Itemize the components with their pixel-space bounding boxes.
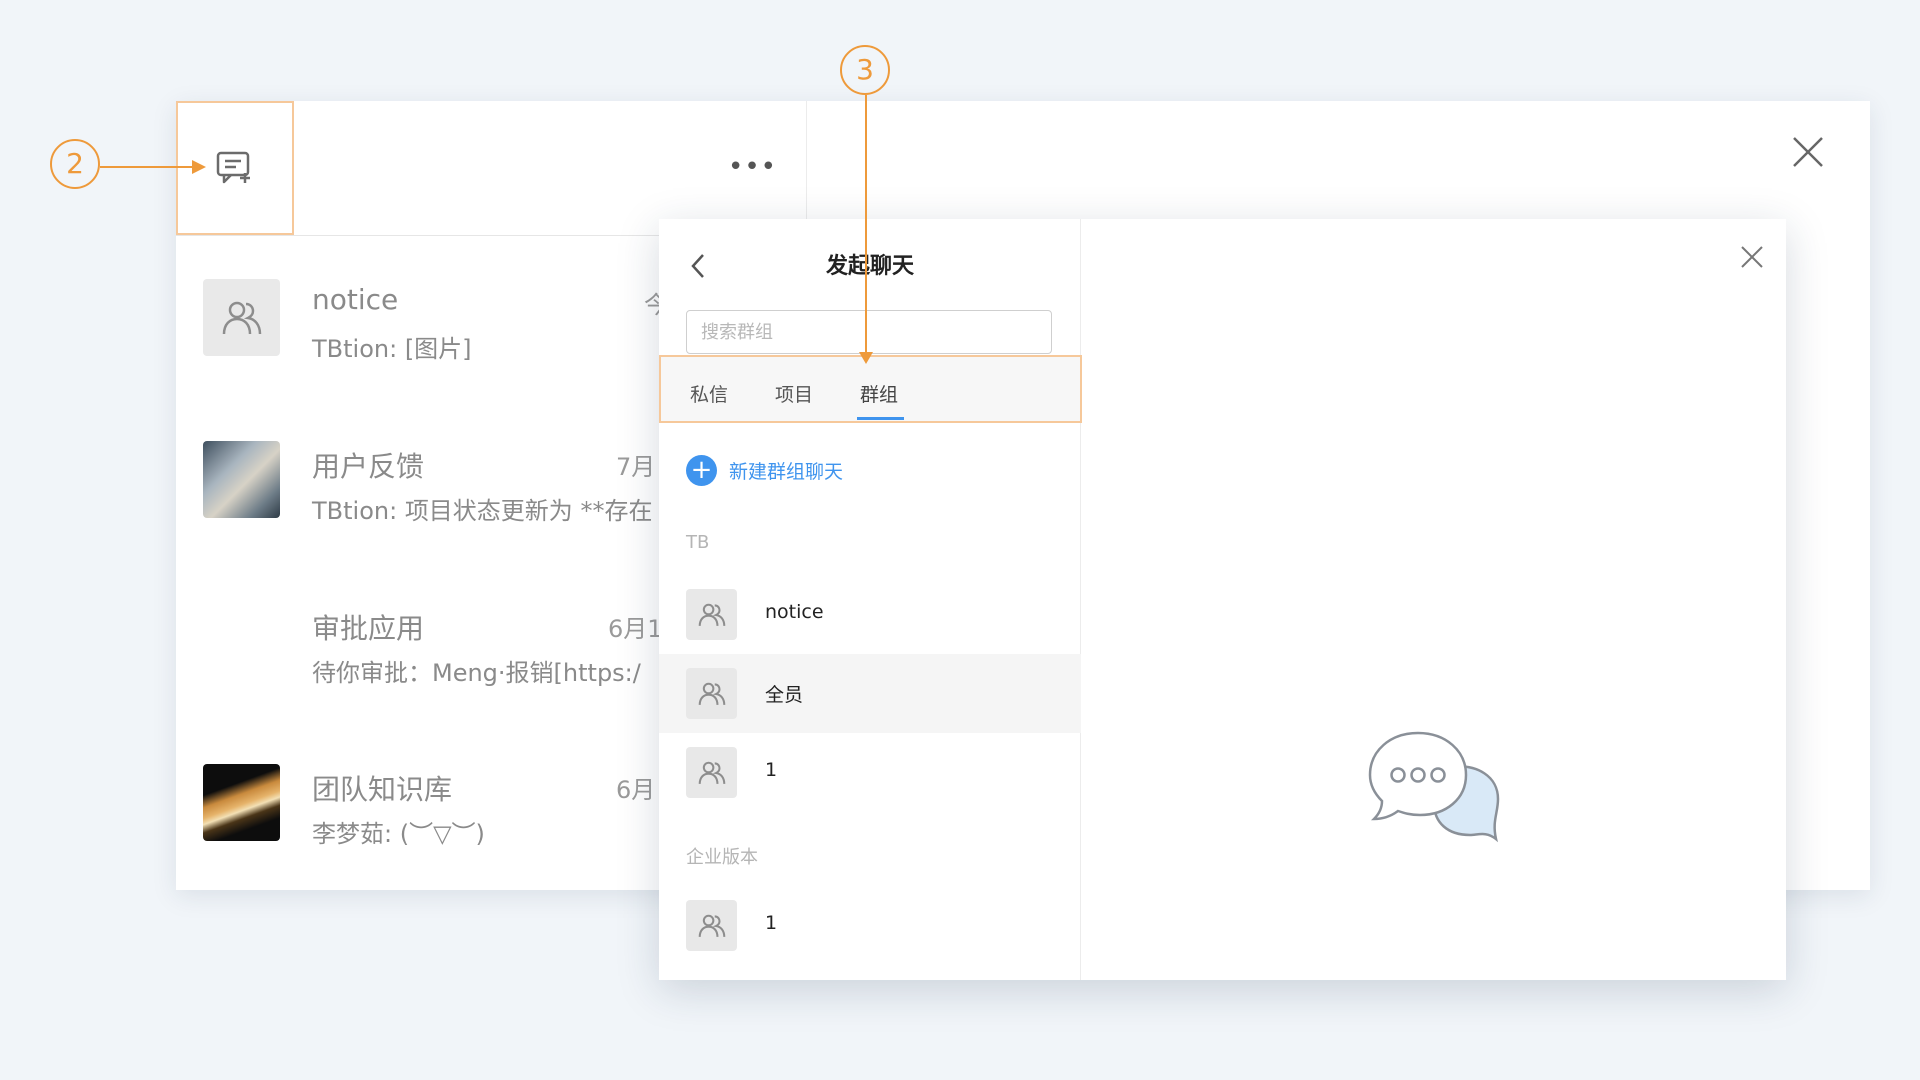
active-tab-indicator [857, 417, 904, 420]
group-item[interactable]: 1 [659, 886, 1081, 965]
plus-icon: + [686, 454, 717, 486]
conversation-row[interactable]: notice TBtion: [图片] 今 [176, 237, 668, 397]
back-arrow-icon[interactable] [686, 251, 710, 281]
group-avatar [686, 900, 737, 951]
group-name: notice [765, 601, 824, 623]
section-label: 企业版本 [686, 847, 758, 868]
dialog-title: 发起聊天 [825, 254, 914, 279]
conversation-preview: TBtion: [图片] [312, 335, 472, 363]
group-item[interactable]: 1 [659, 733, 1081, 812]
group-name: 1 [765, 912, 778, 934]
group-icon [698, 603, 725, 626]
tab-projects[interactable]: 项目 [775, 380, 813, 407]
conversation-time: 7月 [616, 453, 656, 481]
planet-photo-avatar [203, 764, 280, 841]
tab-direct-message[interactable]: 私信 [690, 380, 728, 407]
annotation-arrowhead [859, 352, 873, 364]
section-label: TB [686, 532, 710, 553]
group-icon [698, 761, 725, 784]
group-avatar [686, 668, 737, 719]
group-item[interactable]: 全员 [659, 654, 1081, 733]
new-group-chat-button[interactable]: + 新建群组聊天 [686, 454, 843, 486]
group-avatar [203, 279, 280, 356]
search-group-input[interactable] [686, 310, 1052, 354]
conversation-row[interactable]: 用户反馈 TBtion: 项目状态更新为 **存在 7月 [176, 399, 666, 559]
compose-chat-icon [216, 151, 250, 184]
conversation-preview: 李梦茹: (︶▽︶) [312, 820, 485, 848]
close-icon[interactable] [1738, 243, 1766, 271]
annotation-callout-3: 3 [840, 45, 890, 95]
annotation-arrowhead [192, 160, 206, 174]
group-icon [222, 301, 261, 334]
tab-groups[interactable]: 群组 [860, 380, 898, 407]
conversation-preview: 待你审批：Meng·报销[https:/ [312, 659, 641, 687]
group-name: 1 [765, 759, 778, 781]
close-icon[interactable] [1790, 134, 1826, 170]
more-options-button[interactable]: ••• [728, 152, 776, 182]
group-name: 全员 [765, 684, 804, 706]
conversation-time: 6月 [616, 776, 656, 804]
chat-bubbles-icon [1368, 731, 1500, 843]
conversation-name: 团队知识库 [312, 773, 453, 806]
group-icon [698, 682, 725, 705]
conversation-name: 用户反馈 [312, 450, 425, 483]
group-item[interactable]: notice [659, 575, 1081, 654]
mountain-photo-avatar [203, 441, 280, 518]
group-avatar [686, 747, 737, 798]
group-avatar [686, 589, 737, 640]
annotation-arrow-line [100, 166, 196, 168]
annotation-arrow-line [865, 95, 867, 357]
conversation-time: 6月1 [608, 615, 663, 643]
conversation-preview: TBtion: 项目状态更新为 **存在 [312, 497, 653, 525]
annotation-callout-2: 2 [50, 139, 100, 189]
panel-divider [806, 101, 807, 235]
new-group-chat-label: 新建群组聊天 [729, 460, 844, 483]
conversation-name: notice [312, 283, 399, 316]
group-icon [698, 914, 725, 937]
conversation-row[interactable]: 团队知识库 李梦茹: (︶▽︶) 6月 [176, 722, 666, 882]
conversation-name: 审批应用 [312, 612, 425, 645]
conversation-row[interactable]: 审批应用 待你审批：Meng·报销[https:/ 6月1 [176, 561, 666, 721]
